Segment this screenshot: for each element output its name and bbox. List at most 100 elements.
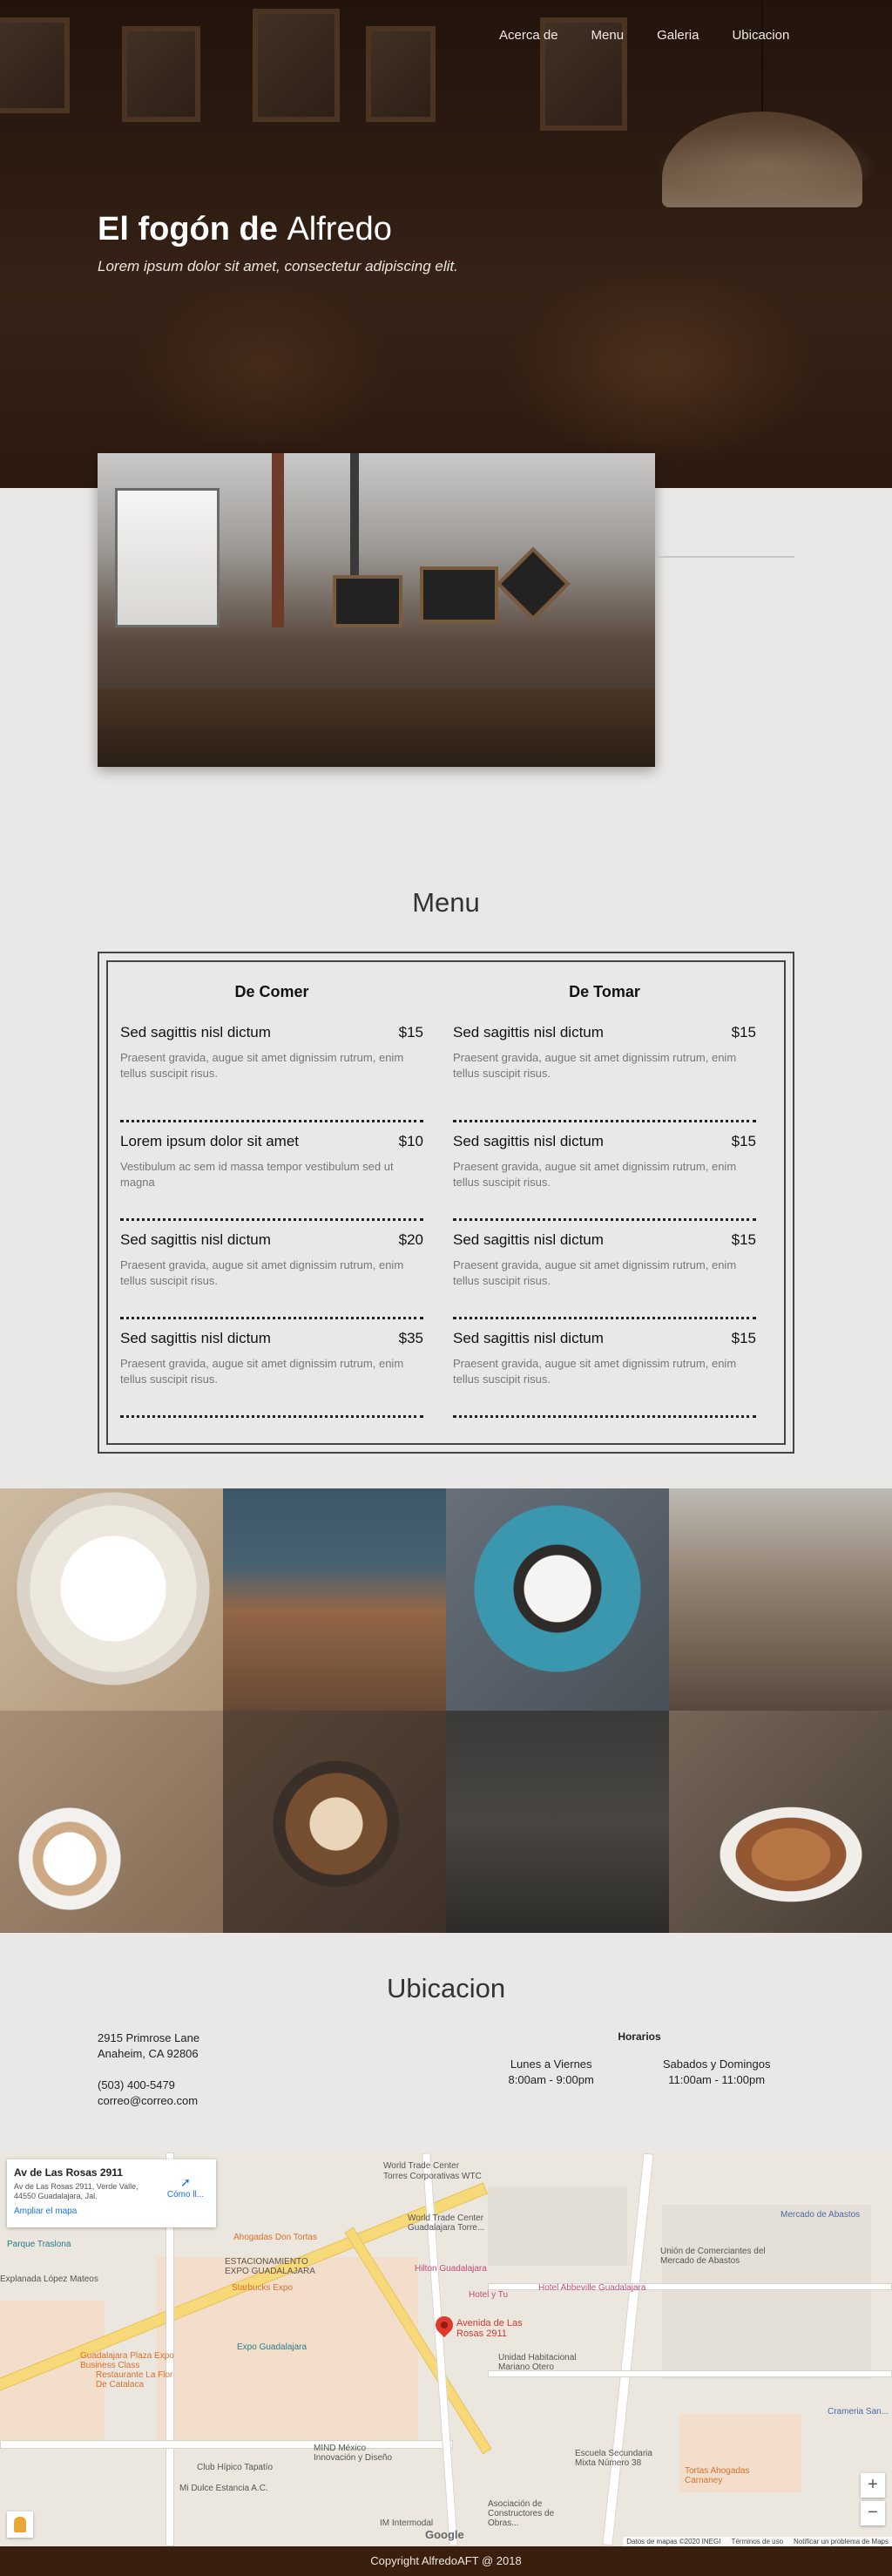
hours-time: 11:00am - 11:00pm (668, 2073, 766, 2086)
map-label: Starbucks Expo (232, 2283, 294, 2293)
menu-board (420, 566, 498, 623)
directions-button[interactable]: ➚ Cómo ll... (164, 2175, 207, 2200)
menu-item-desc: Praesent gravida, augue sit amet digniss… (453, 1160, 737, 1189)
map-label: Hotel Abbeville Guadalajara (538, 2283, 646, 2293)
menu-item-desc: Praesent gravida, augue sit amet digniss… (453, 1051, 737, 1080)
map-label: Restaurante La Flor De Catalaca (96, 2370, 173, 2390)
menu-item-name: Sed sagittis nisl dictum (120, 1024, 271, 1041)
nav-link-ubicacion[interactable]: Ubicacion (715, 26, 806, 44)
pin-label-line: Rosas 2911 (456, 2329, 507, 2339)
map-report-link[interactable]: Notificar un problema de Maps (794, 2538, 889, 2545)
hours-days: Lunes a Viernes (510, 2057, 592, 2071)
pipe (272, 453, 284, 627)
site-footer: Copyright AlfredoAFT @ 2018 (0, 2546, 892, 2576)
nav-link-menu[interactable]: Menu (575, 26, 641, 44)
coffee-sign (496, 546, 571, 621)
map-label: ESTACIONAMIENTO EXPO GUADALAJARA (225, 2257, 315, 2276)
street-view-pegman-icon[interactable] (7, 2512, 33, 2538)
hours-days: Sabados y Domingos (662, 2057, 771, 2071)
map-label: Guadalajara Plaza Expo Business Class (80, 2351, 174, 2370)
directions-label: Cómo ll... (166, 2190, 205, 2200)
gallery-image-coffee-bar[interactable] (223, 1488, 446, 1711)
menu-item-name: Sed sagittis nisl dictum (453, 1133, 604, 1149)
nav-link-acerca[interactable]: Acerca de (483, 26, 575, 44)
hours-block: Horarios Lunes a Viernes 8:00am - 9:00pm… (474, 2030, 805, 2088)
hero: Acerca de Menu Galeria Ubicacion El fogó… (0, 0, 892, 488)
map-terms-link[interactable]: Términos de uso (731, 2538, 783, 2545)
menu-board (333, 575, 402, 627)
menu-column-food: De Comer Sed sagittis nisl dictum $15 Pra… (120, 983, 423, 1418)
map-label: Parque Traslona (7, 2240, 71, 2249)
menu-item: Lorem ipsum dolor sit amet $10 Vestibulum… (120, 1122, 423, 1221)
pin-label: Avenida de Las Rosas 2911 (456, 2318, 523, 2339)
map-block (488, 2187, 627, 2266)
menu-item: Sed sagittis nisl dictum $15 Praesent gra… (453, 1024, 756, 1122)
menu-item-name: Sed sagittis nisl dictum (453, 1231, 604, 1248)
gallery-image-latte-succulent[interactable] (0, 1711, 223, 1933)
map-label: World Trade Center (383, 2161, 460, 2171)
gallery-image-latte-art[interactable] (223, 1711, 446, 1933)
hours-weekdays: Lunes a Viernes 8:00am - 9:00pm (509, 2057, 594, 2088)
hours-title: Horarios (618, 2030, 661, 2043)
menu-item-price: $15 (731, 1330, 756, 1346)
menu-column-heading: De Comer (234, 983, 309, 1000)
menu-item-desc: Vestibulum ac sem id massa tempor vestib… (120, 1160, 394, 1189)
address-line: 2915 Primrose Lane (98, 2031, 200, 2044)
gallery-image-pour-over[interactable] (446, 1711, 669, 1933)
gallery-image-espresso-cookie[interactable] (446, 1488, 669, 1711)
map-label: Explanada López Mateos (0, 2274, 98, 2284)
menu-item-price: $15 (398, 1024, 423, 1041)
menu-item-desc: Praesent gravida, augue sit amet digniss… (120, 1258, 404, 1287)
menu-section-title: Menu (412, 887, 480, 918)
zoom-out-button[interactable]: − (861, 2501, 885, 2525)
hero-subtitle: Lorem ipsum dolor sit amet, consectetur … (98, 258, 458, 275)
menu-item-desc: Praesent gravida, augue sit amet digniss… (453, 1357, 737, 1386)
map-label: Tortas Ahogadas Carnaney (685, 2466, 750, 2485)
page-title: El fogón de Alfredo (98, 211, 392, 248)
zoom-in-button[interactable]: + (861, 2473, 885, 2498)
map-label: IM Intermodal (380, 2518, 434, 2528)
map-label: Escuela Secundaria Mixta Número 38 (575, 2449, 652, 2468)
menu-column-drinks: De Tomar Sed sagittis nisl dictum $15 Pra… (453, 983, 756, 1418)
menu-item: Sed sagittis nisl dictum $15 Praesent gra… (120, 1024, 423, 1122)
menu-item-name: Sed sagittis nisl dictum (120, 1330, 271, 1346)
map-label: Expo Guadalajara (237, 2342, 307, 2352)
enlarge-map-link[interactable]: Ampliar el mapa (14, 2207, 209, 2216)
map-label: Unión de Comerciantes del Mercado de Aba… (660, 2247, 766, 2266)
map-label: Hotel y Tu (469, 2290, 509, 2300)
title-light: Alfredo (287, 211, 392, 247)
pipe (350, 453, 359, 593)
map-block (662, 2205, 871, 2379)
menu-item-name: Sed sagittis nisl dictum (453, 1024, 604, 1041)
map-label: Club Hípico Tapatío (197, 2463, 274, 2472)
title-bold: El fogón de (98, 211, 278, 247)
gallery-image-cafe-interior[interactable] (669, 1488, 892, 1711)
hours-weekends: Sabados y Domingos 11:00am - 11:00pm (663, 2057, 771, 2088)
directions-icon: ➚ (180, 2175, 191, 2189)
phone: (503) 400-5479 (98, 2078, 175, 2091)
menu-item-desc: Praesent gravida, augue sit amet digniss… (120, 1051, 404, 1080)
map-label: Crameria San... (828, 2407, 889, 2417)
window (115, 488, 220, 627)
divider (655, 556, 794, 558)
copyright-text: Copyright AlfredoAFT @ 2018 (370, 2554, 522, 2567)
address-line: Anaheim, CA 92806 (98, 2047, 199, 2060)
menu-item-desc: Praesent gravida, augue sit amet digniss… (453, 1258, 737, 1287)
nav-link-galeria[interactable]: Galeria (640, 26, 715, 44)
embedded-map[interactable]: World Trade Center Torres Corporativas W… (0, 2152, 892, 2546)
gallery (0, 1488, 892, 1933)
gallery-image-cappuccino[interactable] (0, 1488, 223, 1711)
map-label: Torres Corporativas WTC (383, 2172, 482, 2181)
menu-item-price: $35 (398, 1330, 423, 1346)
menu-item-price: $20 (398, 1231, 423, 1248)
map-label: MIND México Innovación y Diseño (314, 2444, 393, 2463)
menu-item-price: $15 (731, 1231, 756, 1248)
hours-time: 8:00am - 9:00pm (508, 2073, 594, 2086)
map-place-card: Av de Las Rosas 2911 Av de Las Rosas 291… (7, 2159, 216, 2227)
menu-item: Sed sagittis nisl dictum $15 Praesent gra… (453, 1221, 756, 1319)
map-label: Ahogadas Don Tortas (233, 2233, 317, 2242)
location-section-title: Ubicacion (386, 1973, 506, 2003)
map-label: Asociación de Constructores de Obras... (488, 2499, 555, 2528)
gallery-image-pastries[interactable] (669, 1711, 892, 1933)
menu-item: Sed sagittis nisl dictum $20 Praesent gra… (120, 1221, 423, 1319)
